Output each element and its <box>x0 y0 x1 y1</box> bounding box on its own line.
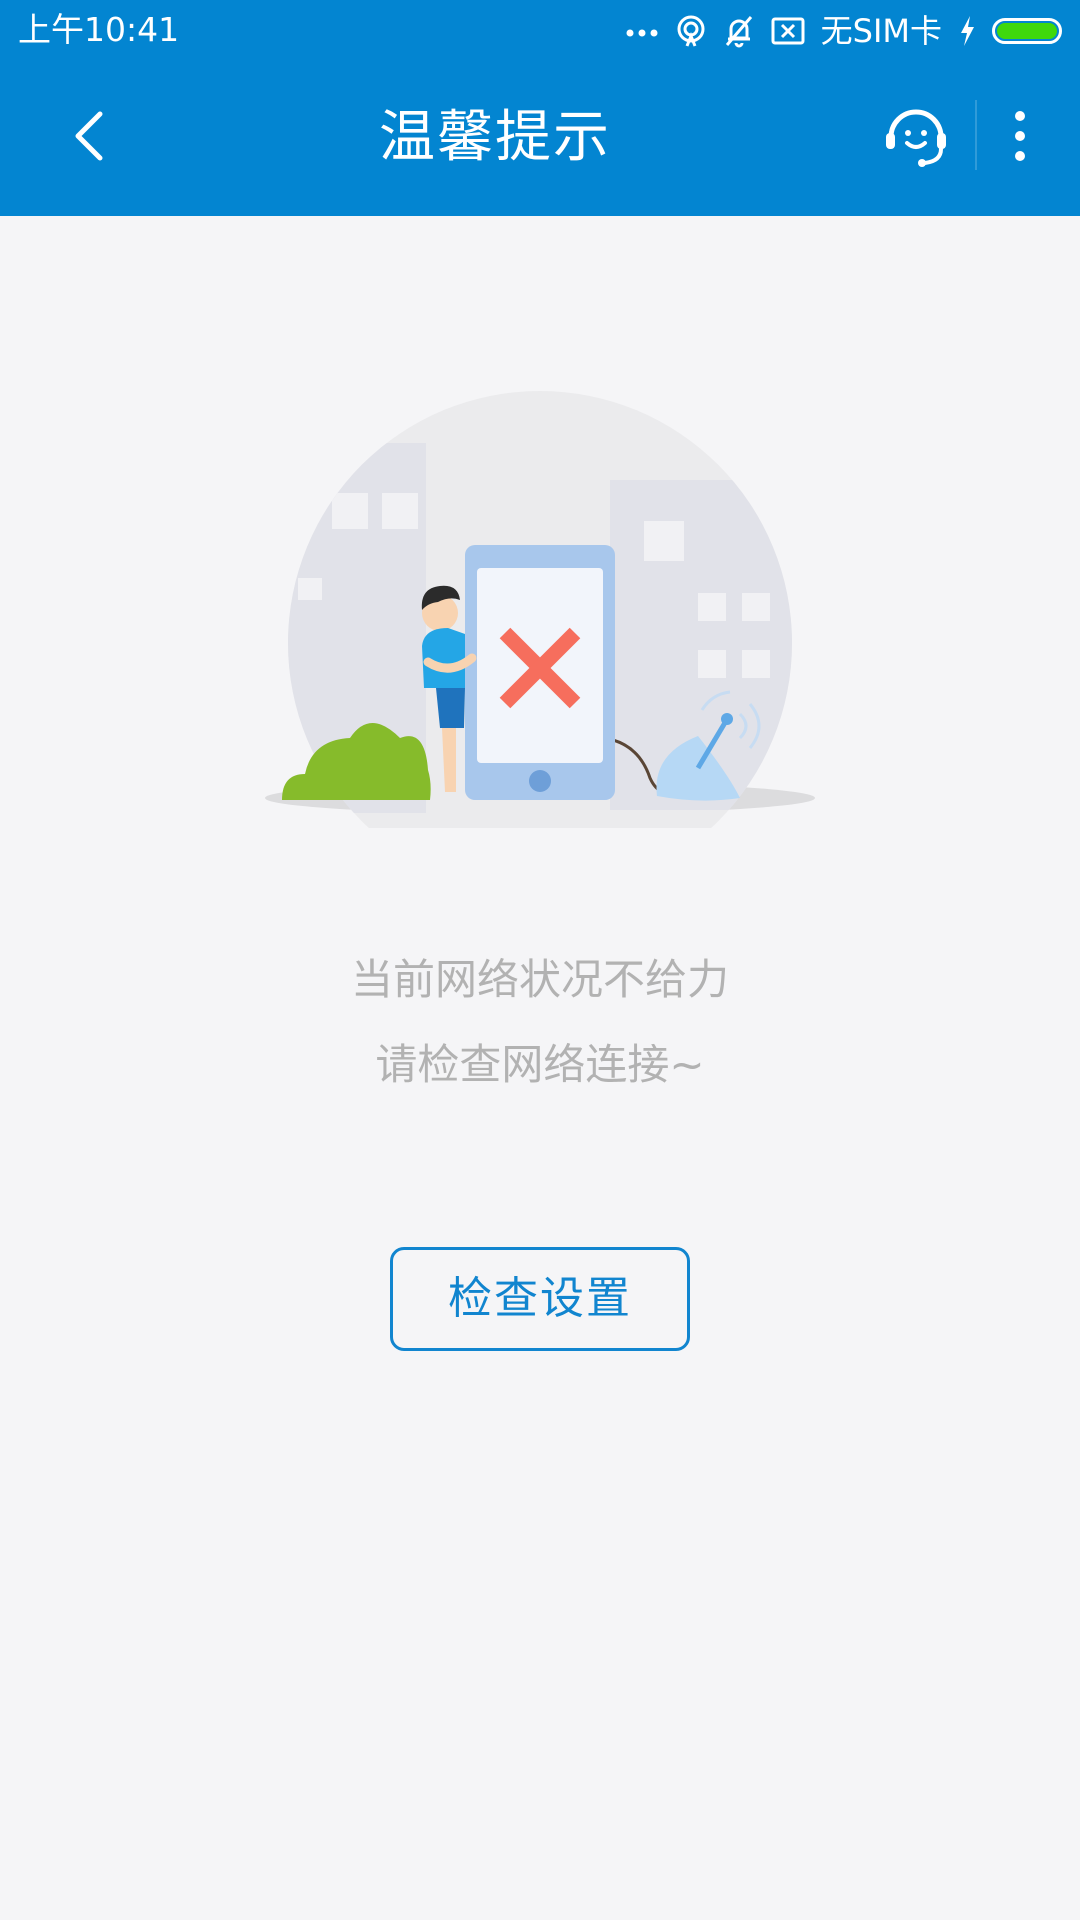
sim-status: 无SIM卡 <box>820 12 942 50</box>
charging-icon <box>958 15 976 47</box>
appbar-divider <box>975 100 977 170</box>
app-bar: 温馨提示 <box>0 62 1080 216</box>
sim-missing-icon <box>771 16 805 46</box>
more-options-button[interactable] <box>990 98 1050 178</box>
customer-service-button[interactable] <box>876 98 956 178</box>
error-message-primary: 当前网络状况不给力 <box>350 955 729 1004</box>
mute-bell-icon <box>723 14 755 48</box>
status-icons: 无SIM卡 <box>625 10 1062 52</box>
battery-icon <box>992 18 1062 44</box>
check-settings-button[interactable]: 检查设置 <box>390 1247 690 1351</box>
status-time: 上午10:41 <box>18 10 180 49</box>
more-vertical-icon <box>1013 110 1027 166</box>
status-bar: 上午10:41 无SIM卡 <box>0 0 1080 62</box>
more-dots-icon <box>625 24 659 38</box>
page-title: 温馨提示 <box>379 105 611 170</box>
error-message-secondary: 请检查网络连接~ <box>375 1040 705 1089</box>
hotspot-icon <box>675 14 707 48</box>
network-error-illustration <box>260 388 820 895</box>
customer-service-icon <box>883 103 949 173</box>
battery-level <box>997 23 1057 39</box>
